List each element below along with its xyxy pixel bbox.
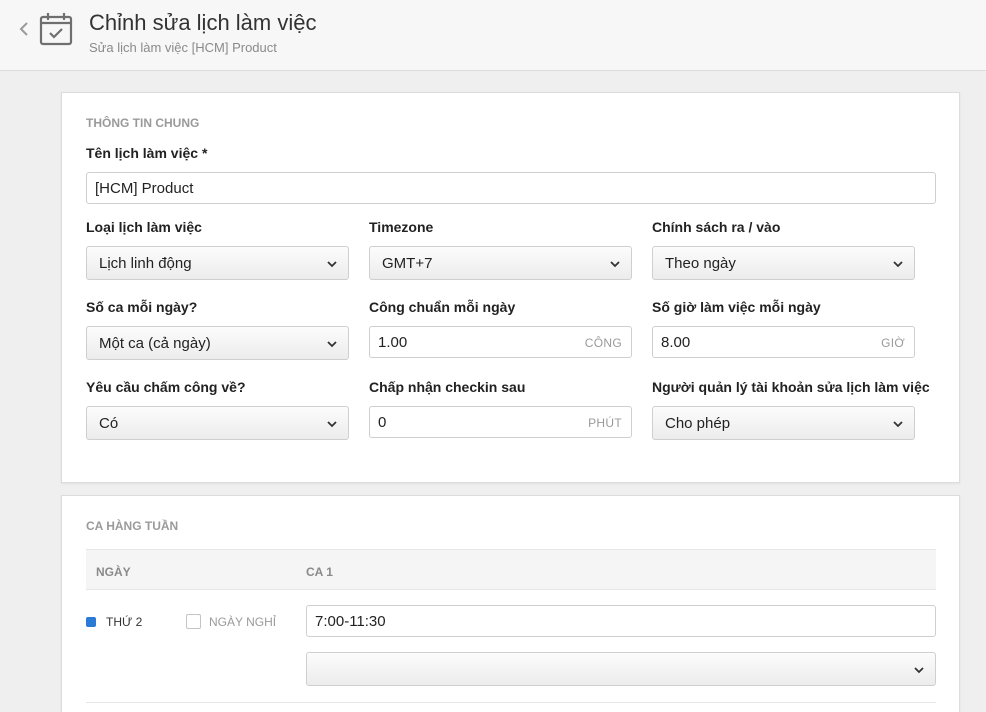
hours-per-day-unit: GIỜ [881, 336, 905, 350]
column-header-shift-1: CA 1 [306, 565, 333, 579]
row-divider [86, 702, 936, 703]
manager-edit-value: Cho phép [665, 415, 731, 432]
manager-edit-select[interactable]: Cho phép [652, 406, 915, 440]
day-off-label: NGÀY NGHỈ [209, 615, 277, 629]
inout-policy-select[interactable]: Theo ngày [652, 246, 915, 280]
checkout-required-value: Có [99, 415, 119, 432]
standard-workdays-label: Công chuẩn mỗi ngày [369, 299, 516, 315]
day-off-checkbox[interactable] [186, 614, 201, 629]
schedule-name-input[interactable] [86, 172, 936, 204]
late-checkin-input[interactable]: 0 PHÚT [369, 406, 632, 438]
schedule-name-label: Tên lịch làm việc * [86, 145, 208, 161]
standard-workdays-unit: CÔNG [584, 336, 622, 350]
shifts-per-day-value: Một ca (cả ngày) [99, 335, 211, 352]
chevron-down-icon [893, 421, 903, 428]
schedule-type-value: Lịch linh động [99, 255, 192, 272]
weekly-shifts-card: CA HÀNG TUẦN NGÀY CA 1 THỨ 2 NGÀY NGHỈ [61, 495, 960, 712]
shift-table-header: NGÀY CA 1 [86, 549, 936, 590]
schedule-type-select[interactable]: Lịch linh động [86, 246, 349, 280]
chevron-down-icon [327, 261, 337, 268]
section-title-general: THÔNG TIN CHUNG [86, 116, 200, 130]
section-title-weekly: CA HÀNG TUẦN [86, 519, 179, 533]
chevron-down-icon [893, 261, 903, 268]
hours-per-day-value: 8.00 [661, 334, 691, 351]
chevron-left-icon[interactable] [16, 20, 32, 38]
late-checkin-label: Chấp nhận checkin sau [369, 379, 526, 395]
hours-per-day-input[interactable]: 8.00 GIỜ [652, 326, 915, 358]
hours-per-day-label: Số giờ làm việc mỗi ngày [652, 299, 821, 315]
timezone-select[interactable]: GMT+7 [369, 246, 632, 280]
schedule-type-label: Loại lịch làm việc [86, 219, 202, 235]
standard-workdays-value: 1.00 [378, 334, 408, 351]
inout-policy-label: Chính sách ra / vào [652, 219, 781, 235]
page-header: Chỉnh sửa lịch làm việc Sửa lịch làm việ… [0, 0, 986, 71]
checkout-required-label: Yêu cầu chấm công về? [86, 379, 246, 395]
late-checkin-unit: PHÚT [588, 416, 622, 430]
chevron-down-icon [914, 667, 924, 674]
chevron-down-icon [610, 261, 620, 268]
shifts-per-day-select[interactable]: Một ca (cả ngày) [86, 326, 349, 360]
page-subtitle: Sửa lịch làm việc [HCM] Product [89, 40, 277, 55]
checkout-required-select[interactable]: Có [86, 406, 349, 440]
chevron-down-icon [327, 341, 337, 348]
day-color-marker [86, 617, 96, 627]
shift-1-time-input[interactable] [306, 605, 936, 637]
general-info-card: THÔNG TIN CHUNG Tên lịch làm việc * Loại… [61, 92, 960, 483]
inout-policy-value: Theo ngày [665, 255, 736, 272]
standard-workdays-input[interactable]: 1.00 CÔNG [369, 326, 632, 358]
page-title: Chỉnh sửa lịch làm việc [89, 10, 317, 35]
manager-edit-label: Người quản lý tài khoản sửa lịch làm việ… [652, 379, 930, 395]
chevron-down-icon [327, 421, 337, 428]
timezone-label: Timezone [369, 219, 434, 235]
timezone-value: GMT+7 [382, 255, 433, 272]
day-label: THỨ 2 [106, 615, 143, 629]
column-header-day: NGÀY [96, 565, 131, 579]
shift-1-select[interactable] [306, 652, 936, 686]
late-checkin-value: 0 [378, 414, 387, 431]
shifts-per-day-label: Số ca mỗi ngày? [86, 299, 198, 315]
calendar-check-icon [39, 13, 73, 46]
